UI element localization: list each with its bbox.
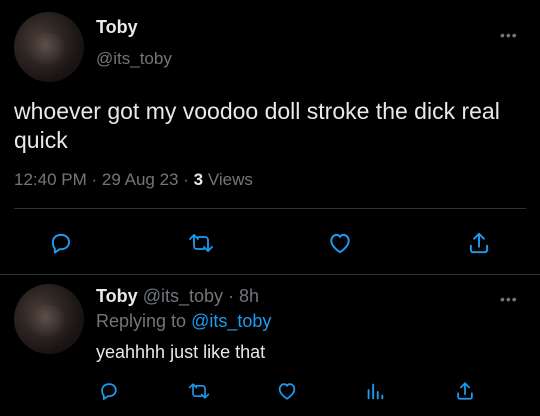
divider [0, 274, 540, 275]
like-icon[interactable] [325, 228, 355, 258]
reply-header: Toby @its_toby · 8h [96, 286, 259, 307]
reply-author-handle[interactable]: @its_toby [143, 286, 223, 306]
reply-author-name[interactable]: Toby [96, 286, 138, 306]
tweet-text: whoever got my voodoo doll stroke the di… [14, 98, 500, 153]
share-icon[interactable] [464, 228, 494, 258]
analytics-icon[interactable] [362, 378, 388, 404]
reply-text: yeahhhh just like that [96, 342, 266, 362]
replying-to-line: Replying to @its_toby [96, 311, 271, 332]
views-count[interactable]: 3 [194, 170, 203, 189]
tweet-time[interactable]: 12:40 PM [14, 170, 87, 189]
author-name[interactable]: Toby [96, 17, 138, 38]
tweet-date[interactable]: 29 Aug 23 [102, 170, 179, 189]
meta-separator: · [183, 170, 189, 189]
replying-to-mention[interactable]: @its_toby [191, 311, 271, 331]
retweet-icon[interactable] [186, 228, 216, 258]
reply-avatar[interactable] [14, 284, 84, 354]
tweet-meta: 12:40 PM · 29 Aug 23 · 3 Views [14, 170, 253, 190]
more-options-icon[interactable]: ••• [500, 28, 518, 42]
reply-icon[interactable] [46, 228, 76, 258]
like-icon[interactable] [274, 378, 300, 404]
meta-separator: · [91, 170, 98, 189]
retweet-icon[interactable] [186, 378, 212, 404]
reply-time[interactable]: 8h [239, 286, 259, 306]
avatar[interactable] [14, 12, 84, 82]
reply-dot-separator: · [228, 286, 235, 306]
author-handle[interactable]: @its_toby [96, 49, 172, 69]
reply-icon[interactable] [96, 378, 122, 404]
divider [14, 208, 526, 209]
replying-to-prefix: Replying to [96, 311, 187, 331]
views-label[interactable]: Views [208, 170, 253, 189]
share-icon[interactable] [452, 378, 478, 404]
reply-more-options-icon[interactable]: ••• [500, 292, 518, 306]
